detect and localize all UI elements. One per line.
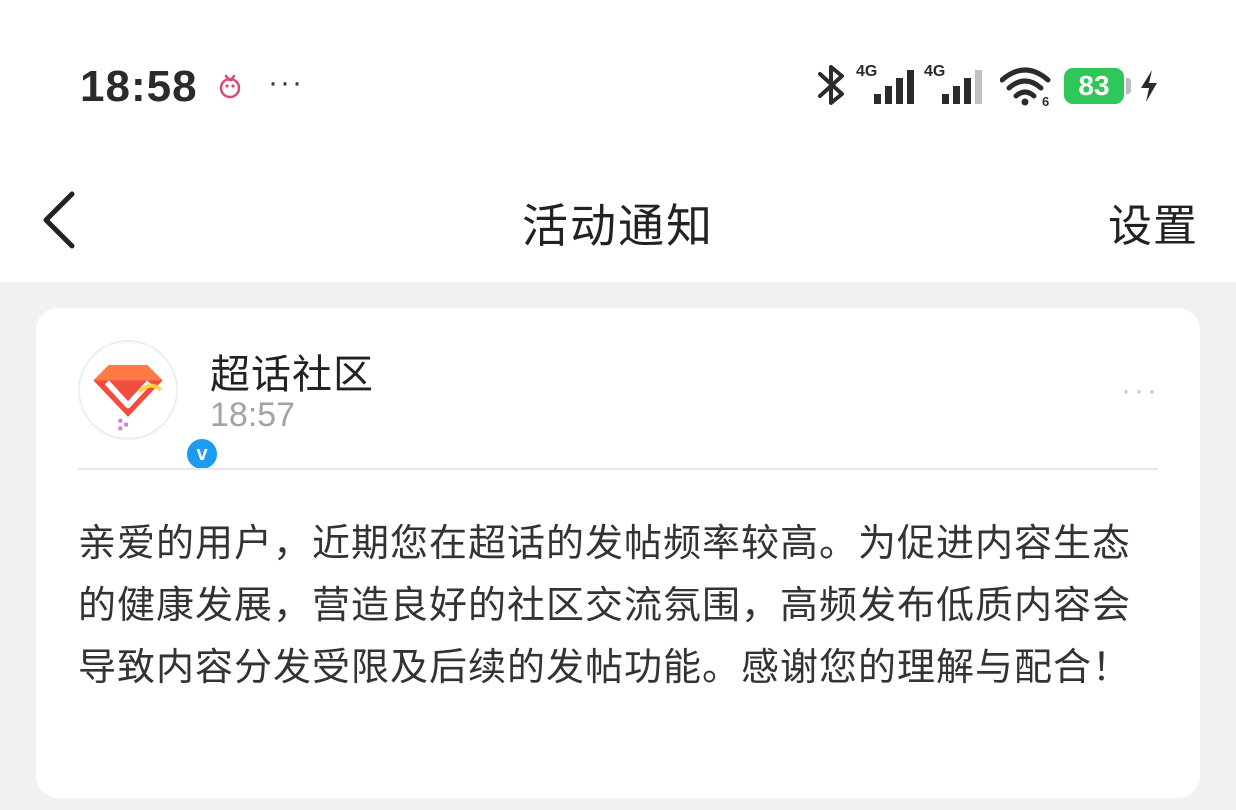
wifi-icon: 6 xyxy=(1000,67,1051,109)
status-time: 18:58 xyxy=(80,62,198,111)
avatar[interactable]: v xyxy=(78,340,220,472)
battery-tip xyxy=(1126,78,1131,94)
svg-text:6: 6 xyxy=(1042,94,1049,109)
divider xyxy=(78,468,1158,470)
supertopic-logo-icon xyxy=(93,365,163,431)
settings-button[interactable]: 设置 xyxy=(1108,190,1198,254)
verified-badge: v xyxy=(184,436,220,472)
signal-icon: 4G xyxy=(856,63,914,104)
battery-icon: 83 xyxy=(1064,68,1124,104)
status-more-icon: ··· xyxy=(268,66,304,99)
charging-icon xyxy=(1141,70,1157,102)
status-bar: 18:58 ··· 4G 4G 6 83 xyxy=(0,0,1236,160)
bluetooth-icon xyxy=(818,65,844,105)
notification-card: v 超话社区 18:57 ··· 亲爱的用户，近期您在超话的发帖频率较高。为促进… xyxy=(36,308,1200,798)
page-title: 活动通知 xyxy=(522,199,714,253)
signal-icon: 4G xyxy=(924,63,982,104)
message-body: 亲爱的用户，近期您在超话的发帖频率较高。为促进内容生态的健康发展，营造良好的社区… xyxy=(78,521,1132,689)
svg-text:4G: 4G xyxy=(856,63,877,80)
more-options-icon[interactable]: ··· xyxy=(1121,374,1160,408)
message-time: 18:57 xyxy=(210,396,296,434)
notification-app-icon xyxy=(219,74,241,99)
nav-header: 活动通知 设置 xyxy=(0,160,1236,282)
sender-name[interactable]: 超话社区 xyxy=(210,342,374,400)
svg-text:4G: 4G xyxy=(924,63,945,80)
